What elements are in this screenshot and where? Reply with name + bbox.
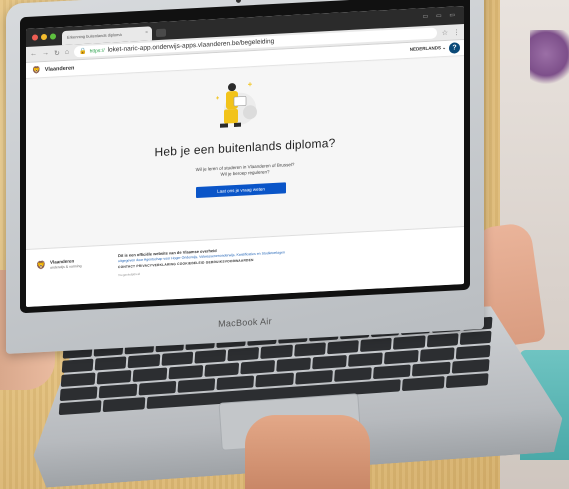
home-icon[interactable]: ⌂: [65, 49, 69, 56]
forward-arrow-icon[interactable]: →: [42, 50, 49, 57]
back-arrow-icon[interactable]: ←: [30, 50, 37, 57]
browser-window: Erkenning buitenlands diploma × ▭ ▭ ▭ ← …: [26, 5, 464, 307]
lock-icon: 🔒: [79, 48, 87, 56]
start-button[interactable]: Laat ons je vraag weten: [196, 182, 286, 199]
footer-lion-icon: 🦁: [36, 260, 46, 271]
help-icon[interactable]: ?: [449, 42, 460, 54]
laptop-lid: Erkenning buitenlands diploma × ▭ ▭ ▭ ← …: [6, 0, 484, 354]
language-selector[interactable]: NEDERLANDS ⌄: [410, 45, 446, 53]
menu-icon[interactable]: ⋮: [453, 28, 460, 36]
vlaanderen-lion-icon[interactable]: 🦁: [32, 66, 41, 74]
window-controls[interactable]: ▭ ▭ ▭: [423, 11, 458, 20]
url-prefix: https://: [89, 47, 105, 55]
star-icon[interactable]: ☆: [442, 28, 448, 36]
new-tab-button[interactable]: [156, 28, 166, 38]
minimize-window-button[interactable]: [41, 33, 47, 41]
camera: [236, 0, 241, 3]
bottom-hand: [245, 415, 370, 489]
reload-icon[interactable]: ↻: [54, 49, 60, 57]
footer-brand-sub: onderwijs & vorming: [50, 264, 82, 270]
close-window-button[interactable]: [32, 34, 38, 41]
footer-small-print[interactable]: Toegankelijkheid: [118, 272, 140, 277]
site-name[interactable]: Vlaanderen: [45, 65, 75, 73]
person-with-diploma-illustration: [216, 82, 257, 128]
tab-title: Erkenning buitenlands diploma: [67, 31, 122, 40]
plant: [530, 30, 569, 90]
maximize-window-button[interactable]: [50, 33, 56, 40]
close-icon[interactable]: ×: [145, 30, 148, 36]
main-content: Heb je een buitenlands diploma? Wil je l…: [26, 56, 464, 249]
